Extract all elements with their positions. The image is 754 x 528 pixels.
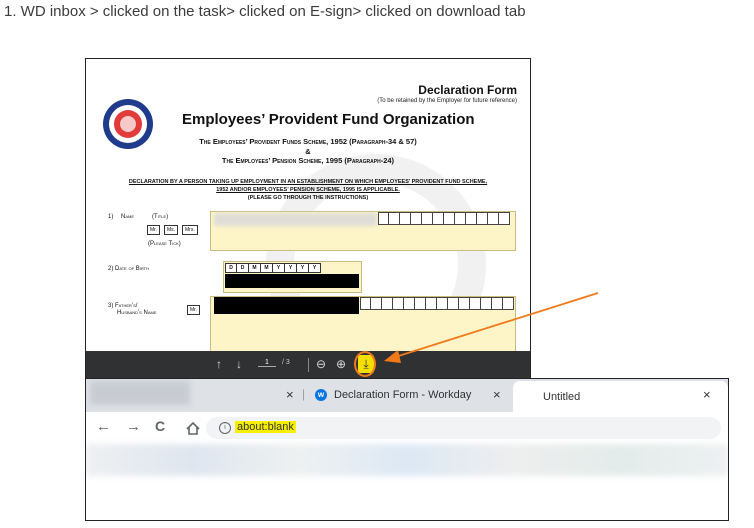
prev-page-icon[interactable]: ↑ xyxy=(216,357,222,371)
field1-title-label: (Title) xyxy=(152,214,169,220)
redacted-father-name xyxy=(214,297,359,314)
redacted-tab xyxy=(90,381,190,405)
declaration-line-2: 1952 AND/OR EMPLOYEES’ PENSION SCHEME, 1… xyxy=(216,187,400,193)
page-number-input[interactable]: 1 xyxy=(258,359,276,367)
tab-separator: | xyxy=(302,387,306,401)
reload-icon[interactable]: C xyxy=(155,418,165,434)
url-text: about:blank xyxy=(235,421,296,433)
tab-strip: × | w Declaration Form - Workday × Untit… xyxy=(86,379,728,412)
father-title-mr-box[interactable]: Mr. xyxy=(187,305,200,315)
info-icon[interactable]: i xyxy=(219,422,231,434)
home-icon[interactable] xyxy=(186,422,200,435)
next-page-icon[interactable]: ↓ xyxy=(236,357,242,371)
tab2-close-icon[interactable]: × xyxy=(493,387,501,402)
address-bar[interactable]: i about:blank xyxy=(206,417,721,439)
declaration-form-title: Declaration Form xyxy=(418,83,517,97)
download-highlight-ring xyxy=(354,351,376,377)
field3-label-line2: Husband's Name xyxy=(117,310,157,316)
page-total: / 3 xyxy=(282,359,290,366)
scheme-line-1: The Employees’ Provident Funds Scheme, 1… xyxy=(199,137,417,146)
organization-name: Employees’ Provident Fund Organization xyxy=(182,111,475,128)
tab-untitled[interactable]: Untitled × xyxy=(513,381,728,412)
declaration-line-1: DECLARATION BY A PERSON TAKING UP EMPLOY… xyxy=(128,179,488,185)
redacted-name xyxy=(214,213,377,226)
zoom-in-icon[interactable]: ⊕ xyxy=(336,357,346,371)
toolbar-divider xyxy=(308,358,309,372)
title-mr-box[interactable]: Mr. xyxy=(147,225,160,235)
zoom-out-icon[interactable]: ⊖ xyxy=(316,357,326,371)
address-row: ← → C i about:blank xyxy=(86,412,728,444)
father-name-char-grid xyxy=(360,297,514,310)
workday-icon: w xyxy=(315,389,327,401)
declaration-form-subtitle: (To be retained by the Employer for futu… xyxy=(377,98,517,104)
redacted-bookmarks-bar xyxy=(86,444,728,476)
redacted-dob xyxy=(225,274,359,288)
dob-cells: DDMMYYYY xyxy=(225,263,321,273)
browser-window: × | w Declaration Form - Workday × Untit… xyxy=(85,378,729,521)
forward-icon[interactable]: → xyxy=(126,418,141,435)
name-char-grid xyxy=(378,212,510,225)
tab-untitled-title: Untitled xyxy=(543,391,581,403)
tab-declaration-form[interactable]: Declaration Form - Workday xyxy=(334,389,471,401)
pdf-toolbar: ↑ ↓ 1 / 3 ⊖ ⊕ ⤓ xyxy=(86,351,530,379)
tab3-close-icon[interactable]: × xyxy=(703,387,711,402)
field2-label: 2) Date of Birth xyxy=(108,266,149,272)
tab1-close-icon[interactable]: × xyxy=(286,387,294,402)
field1-label: Name xyxy=(121,214,135,220)
pdf-viewer: Declaration Form (To be retained by the … xyxy=(85,58,531,380)
declaration-line-3: (PLEASE GO THROUGH THE INSTRUCTIONS) xyxy=(247,195,369,201)
please-tick-label: (Please Tick) xyxy=(148,241,181,247)
back-icon[interactable]: ← xyxy=(96,418,111,435)
title-mrs-box[interactable]: Mrs. xyxy=(182,225,198,235)
scheme-ampersand: & xyxy=(305,147,311,156)
step-instruction: 1. WD inbox > clicked on the task> click… xyxy=(4,3,526,20)
scheme-line-2: The Employees’ Pension Scheme, 1995 (Par… xyxy=(221,156,395,165)
title-ms-box[interactable]: Ms. xyxy=(164,225,179,235)
field3-label-line1: 3) Father's/ xyxy=(108,303,138,309)
field1-number: 1) xyxy=(108,214,114,220)
